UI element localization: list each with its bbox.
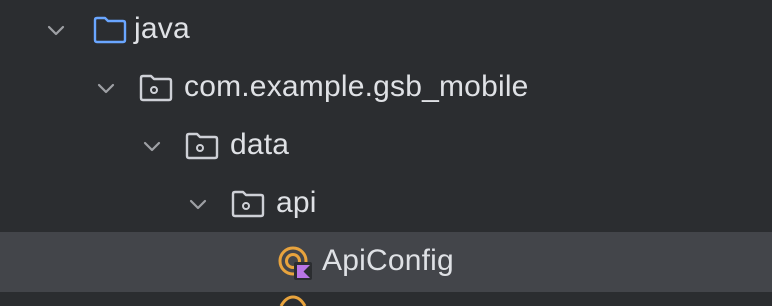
tree-row-package-root[interactable]: com.example.gsb_mobile bbox=[0, 58, 772, 118]
tree-row-label: java bbox=[134, 12, 190, 45]
tree-row-label: com.example.gsb_mobile bbox=[184, 70, 529, 103]
chevron-down-icon[interactable] bbox=[44, 18, 68, 42]
tree-row-label: data bbox=[230, 128, 290, 161]
chevron-down-icon[interactable] bbox=[94, 76, 118, 100]
chevron-down-icon[interactable] bbox=[186, 192, 210, 216]
package-folder-icon bbox=[139, 74, 173, 102]
kotlin-object-icon bbox=[279, 295, 307, 306]
package-folder-icon bbox=[185, 132, 219, 160]
tree-row-label: ApiConfig bbox=[322, 244, 454, 277]
chevron-down-icon[interactable] bbox=[140, 134, 164, 158]
tree-row-next-partial[interactable] bbox=[0, 294, 772, 306]
package-folder-icon bbox=[231, 190, 265, 218]
source-root-folder-icon bbox=[93, 16, 127, 44]
tree-row-data[interactable]: data bbox=[0, 116, 772, 176]
tree-row-label: api bbox=[276, 186, 317, 219]
kotlin-object-icon bbox=[278, 246, 312, 280]
tree-row-apiconfig[interactable]: ApiConfig bbox=[0, 232, 772, 292]
tree-row-java[interactable]: java bbox=[0, 0, 772, 60]
project-tree: java com.example.gsb_mobile data api Api… bbox=[0, 0, 772, 306]
tree-row-api[interactable]: api bbox=[0, 174, 772, 234]
